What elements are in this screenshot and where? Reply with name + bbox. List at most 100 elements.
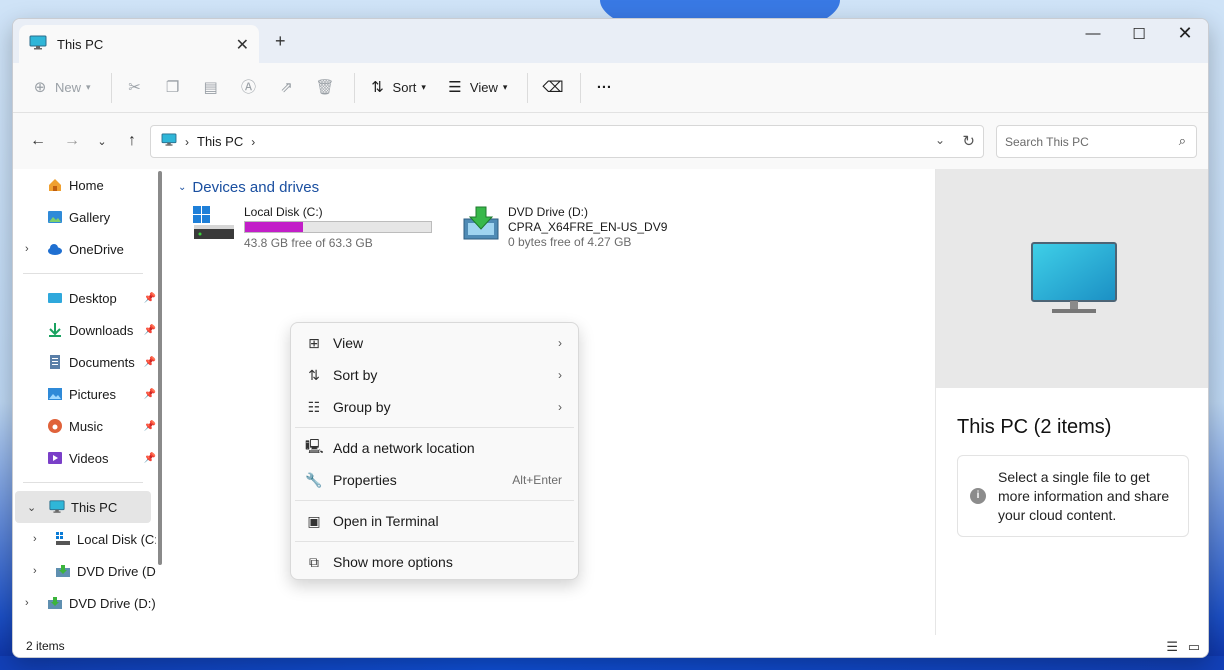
refresh-icon[interactable]: ↻: [962, 132, 975, 150]
toolbar-divider: [110, 72, 112, 103]
file-explorer-window: This PC ✕ + — ☐ ✕ ⊕ New ▾ ✂ ❐ ▤ Ⓐ ⇗ 🗑 ⇅ …: [12, 18, 1209, 658]
sidebar-item-documents[interactable]: Documents 📌: [13, 346, 156, 378]
dvd-drive-icon: [462, 205, 500, 250]
sidebar-item-label: Local Disk (C:): [77, 531, 156, 547]
see-more-button[interactable]: ···: [595, 79, 613, 97]
address-bar[interactable]: › This PC › ⌄ ↻: [150, 125, 984, 158]
sort-button[interactable]: ⇅ Sort ▾: [369, 79, 426, 97]
context-menu: ⊞ View › ⇅ Sort by › ☷ Group by › 🖳 Add …: [290, 322, 579, 580]
delete-button[interactable]: 🗑: [316, 79, 335, 97]
rename-button[interactable]: Ⓐ: [240, 79, 258, 97]
sidebar-item-desktop[interactable]: Desktop 📌: [13, 282, 156, 314]
pin-icon[interactable]: 📌: [144, 357, 156, 368]
taskbar-edge: [0, 656, 1224, 670]
view-label: View: [469, 80, 498, 95]
menu-item-open-in-terminal[interactable]: ▣ Open in Terminal: [291, 505, 578, 537]
drive-dvd[interactable]: DVD Drive (D:) CPRA_X64FRE_EN-US_DV9 0 b…: [462, 205, 667, 250]
new-tab-button[interactable]: +: [275, 31, 286, 52]
drive-name: Local Disk (C:): [244, 205, 323, 219]
menu-item-view[interactable]: ⊞ View ›: [291, 327, 578, 359]
sidebar-item-label: Downloads: [69, 322, 134, 338]
chevron-down-icon[interactable]: ⌄: [27, 501, 36, 514]
up-button[interactable]: ↑: [117, 132, 147, 150]
breadcrumb-chevron-icon[interactable]: ›: [251, 135, 255, 149]
breadcrumb-this-pc[interactable]: This PC: [197, 134, 243, 149]
chevron-right-icon[interactable]: ›: [33, 533, 37, 545]
wrench-icon: 🔧: [305, 471, 323, 488]
share-icon: ⇗: [280, 78, 293, 96]
sidebar-item-dvd-drive-volume[interactable]: › DVD Drive (D:) C: [13, 587, 156, 619]
copy-button[interactable]: ❐: [164, 79, 182, 97]
chevron-right-icon: ›: [558, 368, 562, 382]
desktop-folder-icon: [47, 290, 63, 306]
paste-button[interactable]: ▤: [202, 79, 220, 97]
view-button[interactable]: ☰ View ▾: [446, 79, 507, 97]
cut-button[interactable]: ✂: [126, 79, 144, 97]
sidebar-item-videos[interactable]: Videos 📌: [13, 442, 156, 474]
pin-icon[interactable]: 📌: [144, 325, 156, 336]
tab-this-pc[interactable]: This PC ✕: [19, 25, 259, 63]
address-history-icon[interactable]: ⌄: [935, 133, 945, 147]
group-header[interactable]: ⌄ Devices and drives: [178, 179, 319, 196]
chevron-right-icon[interactable]: ›: [25, 597, 29, 609]
sidebar-item-this-pc[interactable]: ⌄ This PC: [15, 491, 151, 523]
sidebar-item-gallery[interactable]: Gallery: [13, 201, 156, 233]
sidebar-item-home[interactable]: Home: [13, 169, 156, 201]
close-window-button[interactable]: ✕: [1162, 23, 1208, 44]
status-bar: 2 items ☰ ▭: [13, 635, 1208, 657]
drive-local-disk[interactable]: Local Disk (C:) 43.8 GB free of 63.3 GB: [192, 205, 432, 251]
sidebar-item-label: Pictures: [69, 386, 116, 402]
computer-icon: [1030, 241, 1118, 322]
menu-item-label: Show more options: [333, 554, 453, 570]
new-label: New: [55, 80, 82, 95]
videos-icon: [47, 450, 63, 466]
sidebar-item-pictures[interactable]: Pictures 📌: [13, 378, 156, 410]
sidebar-item-music[interactable]: Music 📌: [13, 410, 156, 442]
pin-icon[interactable]: 📌: [144, 389, 156, 400]
pin-icon[interactable]: 📌: [144, 453, 156, 464]
search-input[interactable]: [997, 126, 1157, 157]
menu-item-show-more-options[interactable]: ⧉ Show more options: [291, 546, 578, 578]
breadcrumb-chevron-icon[interactable]: ›: [185, 135, 189, 149]
sidebar-item-label: Documents: [69, 354, 135, 370]
sidebar-scrollbar[interactable]: [158, 171, 162, 565]
tiles-view-icon[interactable]: ▭: [1188, 639, 1200, 655]
drive-free-space: 43.8 GB free of 63.3 GB: [244, 236, 373, 250]
minimize-button[interactable]: —: [1070, 25, 1116, 42]
sidebar-item-label: This PC: [71, 499, 118, 515]
menu-item-add-network-location[interactable]: 🖳 Add a network location: [291, 432, 578, 464]
menu-item-label: Group by: [333, 399, 391, 415]
network-icon: 🖳: [305, 438, 324, 454]
maximize-button[interactable]: ☐: [1116, 25, 1162, 43]
forward-button[interactable]: →: [57, 132, 87, 150]
share-button[interactable]: ⇗: [278, 79, 296, 97]
sidebar-item-downloads[interactable]: Downloads 📌: [13, 314, 156, 346]
back-button[interactable]: ←: [23, 132, 53, 150]
chevron-right-icon[interactable]: ›: [25, 243, 29, 255]
new-button[interactable]: ⊕ New ▾: [31, 79, 91, 97]
details-view-icon[interactable]: ☰: [1166, 639, 1178, 655]
menu-item-label: Sort by: [333, 367, 378, 383]
sort-icon: ⇅: [308, 366, 320, 383]
menu-item-group-by[interactable]: ☷ Group by ›: [291, 391, 578, 423]
pictures-icon: [47, 386, 63, 402]
drive-volume-label: CPRA_X64FRE_EN-US_DV9: [508, 220, 668, 234]
menu-item-label: View: [333, 335, 364, 351]
recent-locations-button[interactable]: ⌄: [87, 135, 117, 148]
sidebar-item-dvd-drive[interactable]: › DVD Drive (D:): [13, 555, 156, 587]
chevron-right-icon[interactable]: ›: [33, 565, 37, 577]
menu-item-sort-by[interactable]: ⇅ Sort by ›: [291, 359, 578, 391]
clipboard-icon: ▤: [203, 78, 218, 96]
tab-title: This PC: [57, 36, 104, 52]
search-box[interactable]: ⌕: [996, 125, 1197, 158]
sidebar-item-label: Home: [69, 177, 104, 193]
menu-item-properties[interactable]: 🔧 Properties Alt+Enter: [291, 464, 578, 496]
pin-icon[interactable]: 📌: [144, 293, 156, 304]
preview-info-card: i Select a single file to get more infor…: [957, 455, 1189, 537]
close-tab-icon[interactable]: ✕: [236, 35, 249, 55]
sidebar-item-onedrive[interactable]: › OneDrive: [13, 233, 156, 265]
filter-button[interactable]: ⌫: [542, 79, 563, 97]
sidebar-item-local-disk[interactable]: › Local Disk (C:): [13, 523, 156, 555]
preview-pane: This PC (2 items) i Select a single file…: [935, 169, 1208, 635]
pin-icon[interactable]: 📌: [144, 421, 156, 432]
